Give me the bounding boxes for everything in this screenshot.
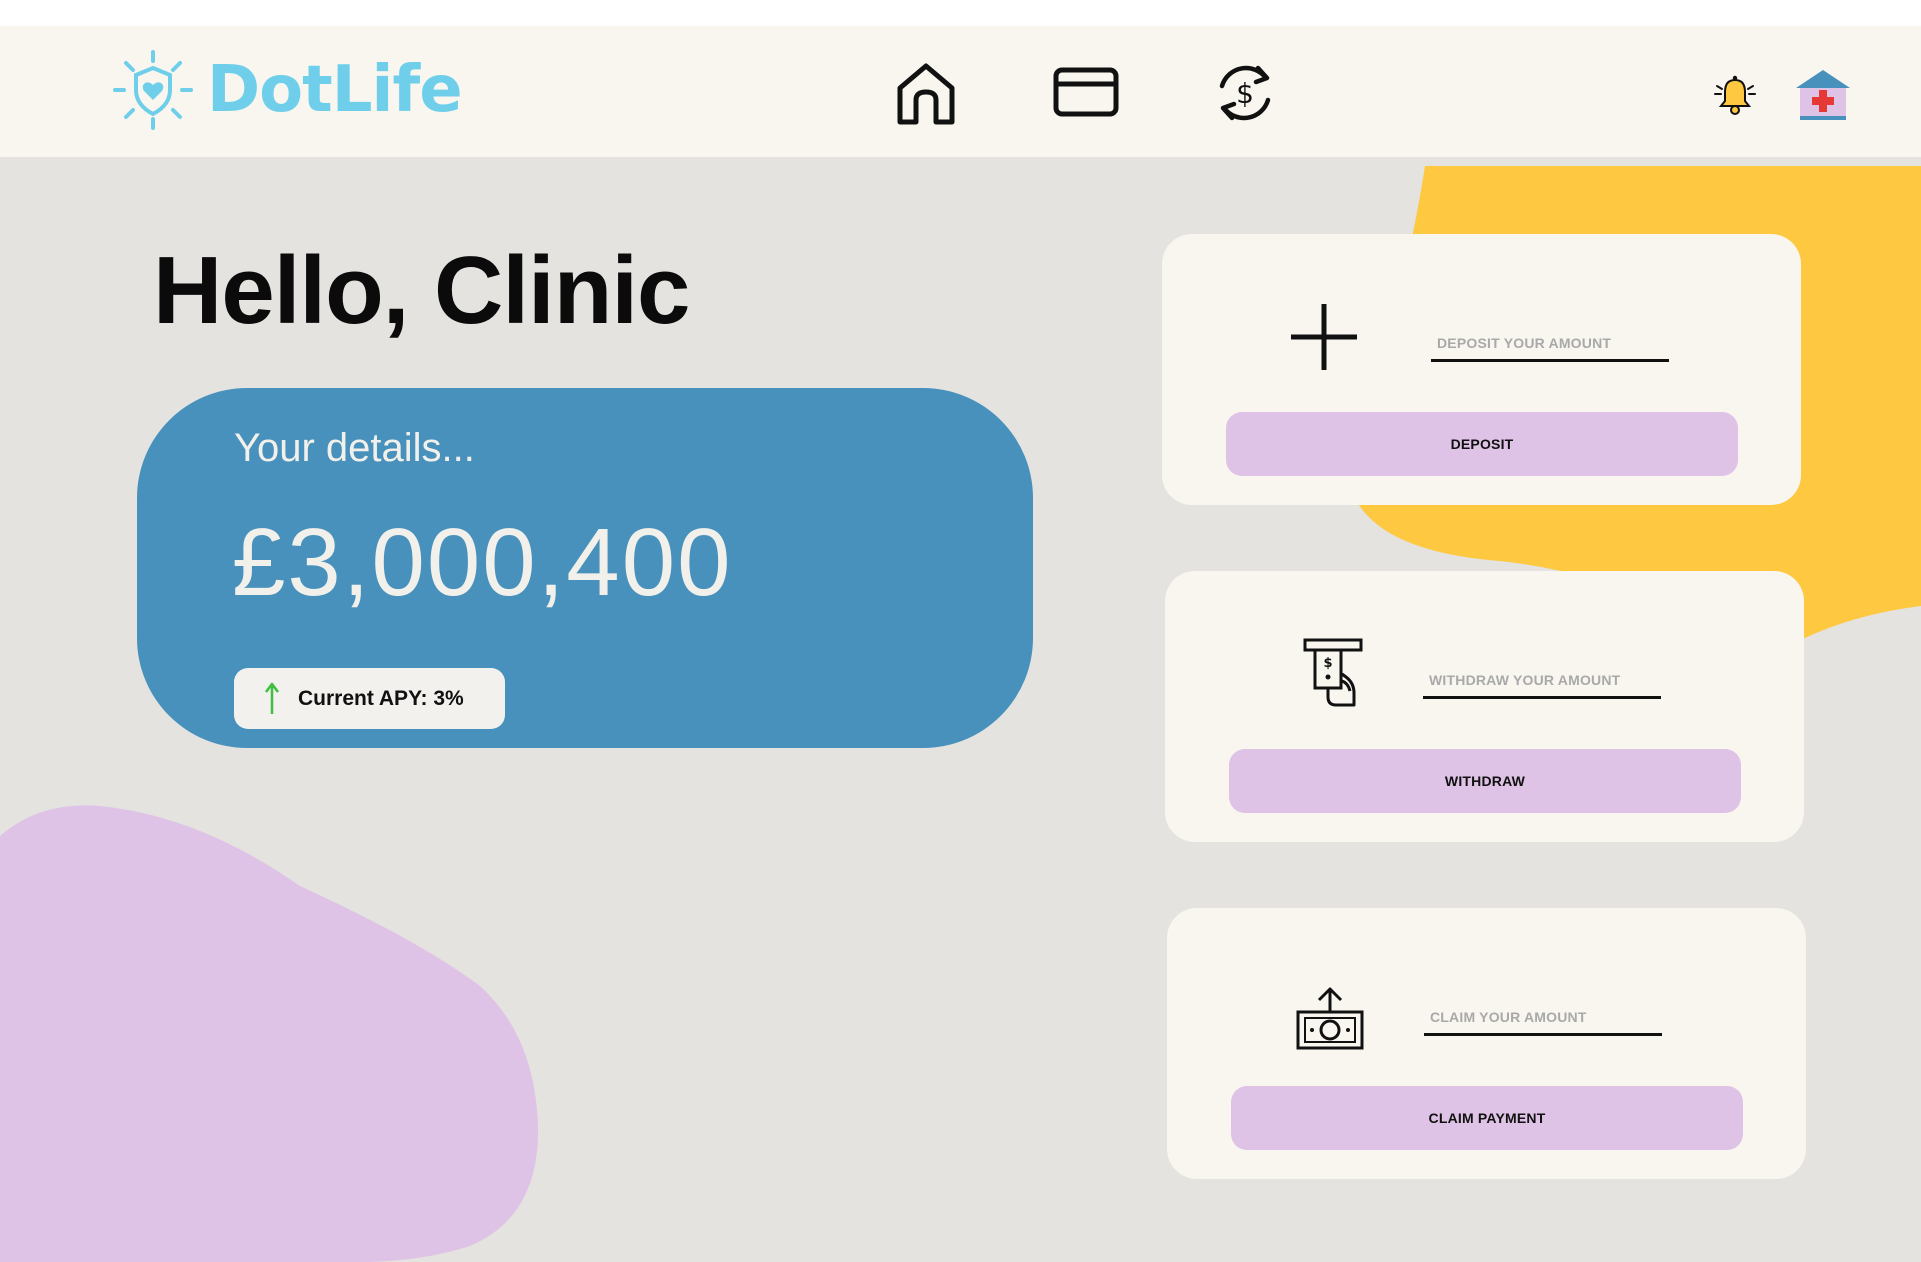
greeting-title: Hello, Clinic bbox=[153, 237, 690, 344]
withdraw-card: $ WITHDRAW bbox=[1165, 571, 1804, 842]
apy-badge: Current APY: 3% bbox=[234, 668, 505, 729]
atm-withdraw-icon: $ bbox=[1303, 638, 1363, 707]
card-icon[interactable] bbox=[1053, 60, 1119, 126]
currency-exchange-icon[interactable]: $ bbox=[1212, 60, 1278, 126]
arrow-up-icon bbox=[265, 682, 279, 714]
deposit-button[interactable]: DEPOSIT bbox=[1226, 412, 1738, 476]
withdraw-amount-input[interactable] bbox=[1423, 663, 1661, 699]
claim-card: CLAIM PAYMENT bbox=[1167, 908, 1806, 1179]
money-claim-icon bbox=[1296, 987, 1364, 1050]
shield-sun-logo-icon bbox=[113, 50, 193, 130]
app-root: DotLife $ Hello, Clinic Your details... … bbox=[0, 26, 1921, 1262]
app-name: DotLife bbox=[207, 53, 463, 127]
hospital-icon[interactable] bbox=[1794, 68, 1852, 122]
claim-payment-button[interactable]: CLAIM PAYMENT bbox=[1231, 1086, 1743, 1150]
deposit-amount-input[interactable] bbox=[1431, 326, 1669, 362]
deposit-card: DEPOSIT bbox=[1162, 234, 1801, 505]
svg-text:$: $ bbox=[1236, 77, 1254, 110]
account-details-card: Your details... £3,000,400 Current APY: … bbox=[137, 388, 1033, 748]
details-label: Your details... bbox=[234, 426, 475, 470]
plus-icon bbox=[1291, 304, 1357, 370]
svg-text:$: $ bbox=[1323, 656, 1332, 671]
home-icon[interactable] bbox=[893, 60, 959, 126]
withdraw-button[interactable]: WITHDRAW bbox=[1229, 749, 1741, 813]
bell-icon[interactable] bbox=[1713, 74, 1757, 118]
claim-amount-input[interactable] bbox=[1424, 1000, 1662, 1036]
purple-blob-decoration bbox=[0, 805, 539, 1262]
app-logo[interactable]: DotLife bbox=[113, 50, 463, 130]
apy-label: Current APY: 3% bbox=[298, 686, 464, 710]
top-bar: DotLife $ bbox=[0, 26, 1921, 157]
balance-amount: £3,000,400 bbox=[232, 509, 733, 616]
